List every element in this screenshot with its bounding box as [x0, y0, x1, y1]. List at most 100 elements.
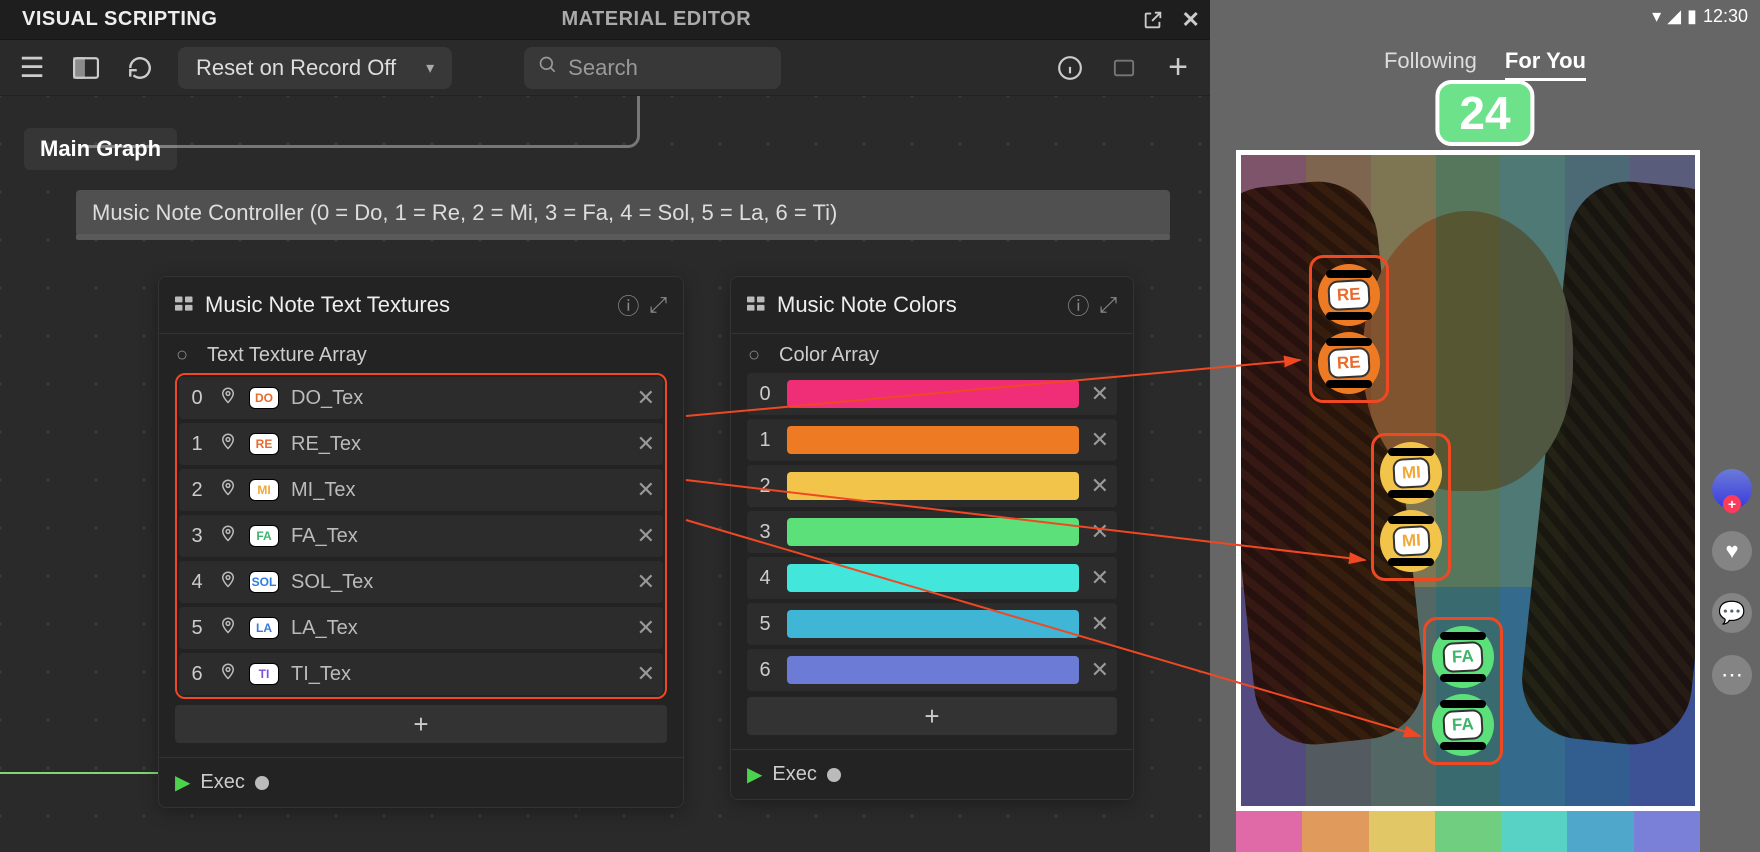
- info-icon[interactable]: ⓘ: [617, 289, 639, 321]
- battery-icon: ▮: [1687, 6, 1697, 27]
- tab-following[interactable]: Following: [1384, 48, 1477, 81]
- remove-item-button[interactable]: ✕: [637, 569, 655, 595]
- add-icon[interactable]: +: [1162, 52, 1194, 84]
- remove-item-button[interactable]: ✕: [1091, 565, 1109, 591]
- color-row[interactable]: 1 ✕: [747, 419, 1117, 461]
- expand-icon[interactable]: ⤢: [649, 292, 667, 318]
- window-icon[interactable]: [1108, 52, 1140, 84]
- remove-item-button[interactable]: ✕: [1091, 427, 1109, 453]
- color-swatch[interactable]: [787, 380, 1079, 408]
- like-icon[interactable]: ♥: [1712, 531, 1752, 571]
- remove-item-button[interactable]: ✕: [1091, 657, 1109, 683]
- tab-for-you[interactable]: For You: [1505, 48, 1586, 81]
- texture-row[interactable]: 4 SOL SOL_Tex ✕: [179, 561, 663, 603]
- texture-label: SOL_Tex: [291, 571, 625, 594]
- breadcrumb[interactable]: Main Graph: [24, 128, 177, 170]
- close-icon[interactable]: ✕: [1172, 7, 1210, 33]
- group-icon: [747, 292, 767, 318]
- search-input[interactable]: Search: [524, 47, 781, 89]
- remove-item-button[interactable]: ✕: [1091, 519, 1109, 545]
- popout-icon[interactable]: [1134, 9, 1172, 31]
- node-music-note-colors[interactable]: Music Note Colors ⓘ ⤢ ○ Color Array 0 ✕ …: [730, 276, 1134, 800]
- remove-item-button[interactable]: ✕: [637, 385, 655, 411]
- play-icon[interactable]: ▶: [175, 770, 190, 795]
- color-swatch[interactable]: [787, 518, 1079, 546]
- clock: 12:30: [1703, 6, 1748, 27]
- add-texture-button[interactable]: +: [175, 705, 667, 743]
- tab-visual-scripting[interactable]: VISUAL SCRIPTING: [0, 0, 239, 39]
- color-row[interactable]: 6 ✕: [747, 649, 1117, 691]
- location-pin-icon[interactable]: [219, 614, 237, 642]
- location-pin-icon[interactable]: [219, 476, 237, 504]
- color-swatch[interactable]: [787, 564, 1079, 592]
- tab-material-editor[interactable]: MATERIAL EDITOR: [539, 0, 773, 39]
- color-swatch[interactable]: [787, 656, 1079, 684]
- share-icon[interactable]: ⋯: [1712, 655, 1752, 695]
- score-badge: 24: [1435, 80, 1534, 146]
- color-row[interactable]: 5 ✕: [747, 603, 1117, 645]
- texture-label: RE_Tex: [291, 433, 625, 456]
- location-pin-icon[interactable]: [219, 430, 237, 458]
- texture-row[interactable]: 0 DO DO_Tex ✕: [179, 377, 663, 419]
- color-swatch[interactable]: [787, 426, 1079, 454]
- remove-item-button[interactable]: ✕: [637, 431, 655, 457]
- array-index: 5: [755, 613, 775, 636]
- color-swatch[interactable]: [787, 472, 1079, 500]
- texture-row[interactable]: 1 RE RE_Tex ✕: [179, 423, 663, 465]
- comment-icon[interactable]: 💬: [1712, 593, 1752, 633]
- profile-avatar[interactable]: [1712, 469, 1752, 509]
- refresh-icon[interactable]: [124, 52, 156, 84]
- color-row[interactable]: 4 ✕: [747, 557, 1117, 599]
- location-pin-icon[interactable]: [219, 384, 237, 412]
- note-chip: RE: [1318, 264, 1380, 326]
- play-icon[interactable]: ▶: [747, 762, 762, 787]
- color-array-rows: 0 ✕ 1 ✕ 2 ✕ 3 ✕ 4 ✕ 5 ✕ 6 ✕: [747, 373, 1117, 691]
- exec-port[interactable]: [827, 768, 841, 782]
- texture-label: DO_Tex: [291, 387, 625, 410]
- panel-layout-icon[interactable]: [70, 52, 102, 84]
- texture-row[interactable]: 6 TI TI_Tex ✕: [179, 653, 663, 695]
- texture-chip: DO: [249, 387, 279, 409]
- texture-row[interactable]: 5 LA LA_Tex ✕: [179, 607, 663, 649]
- texture-chip: MI: [249, 479, 279, 501]
- color-row[interactable]: 2 ✕: [747, 465, 1117, 507]
- color-swatch[interactable]: [787, 610, 1079, 638]
- node-music-note-text-textures[interactable]: Music Note Text Textures ⓘ ⤢ ○ Text Text…: [158, 276, 684, 808]
- remove-item-button[interactable]: ✕: [637, 477, 655, 503]
- texture-row[interactable]: 3 FA FA_Tex ✕: [179, 515, 663, 557]
- array-index: 3: [755, 521, 775, 544]
- info-icon[interactable]: ⓘ: [1067, 289, 1089, 321]
- array-index: 0: [755, 383, 775, 406]
- signal-icon: ▾: [1652, 6, 1661, 27]
- reset-mode-select[interactable]: Reset on Record Off ▾: [178, 47, 452, 89]
- add-color-button[interactable]: +: [747, 697, 1117, 735]
- location-pin-icon[interactable]: [219, 660, 237, 688]
- info-icon[interactable]: [1054, 52, 1086, 84]
- texture-row[interactable]: 2 MI MI_Tex ✕: [179, 469, 663, 511]
- exec-port[interactable]: [255, 776, 269, 790]
- reset-mode-label: Reset on Record Off: [196, 55, 396, 81]
- location-pin-icon[interactable]: [219, 522, 237, 550]
- array-index: 2: [755, 475, 775, 498]
- note-pair-mi: MIMI: [1371, 433, 1451, 581]
- color-row[interactable]: 0 ✕: [747, 373, 1117, 415]
- remove-item-button[interactable]: ✕: [637, 523, 655, 549]
- array-index: 2: [187, 479, 207, 502]
- input-port[interactable]: ○: [747, 344, 761, 367]
- remove-item-button[interactable]: ✕: [1091, 473, 1109, 499]
- remove-item-button[interactable]: ✕: [637, 661, 655, 687]
- array-index: 4: [187, 571, 207, 594]
- location-pin-icon[interactable]: [219, 568, 237, 596]
- color-row[interactable]: 3 ✕: [747, 511, 1117, 553]
- remove-item-button[interactable]: ✕: [637, 615, 655, 641]
- group-icon: [175, 292, 195, 318]
- graph-canvas[interactable]: Main Graph Music Note Controller (0 = Do…: [0, 96, 1210, 852]
- note-chip: RE: [1318, 332, 1380, 394]
- hamburger-icon[interactable]: ☰: [16, 52, 48, 84]
- array-index: 6: [187, 663, 207, 686]
- expand-icon[interactable]: ⤢: [1099, 292, 1117, 318]
- remove-item-button[interactable]: ✕: [1091, 381, 1109, 407]
- note-pair-fa: FAFA: [1423, 617, 1503, 765]
- remove-item-button[interactable]: ✕: [1091, 611, 1109, 637]
- input-port[interactable]: ○: [175, 344, 189, 367]
